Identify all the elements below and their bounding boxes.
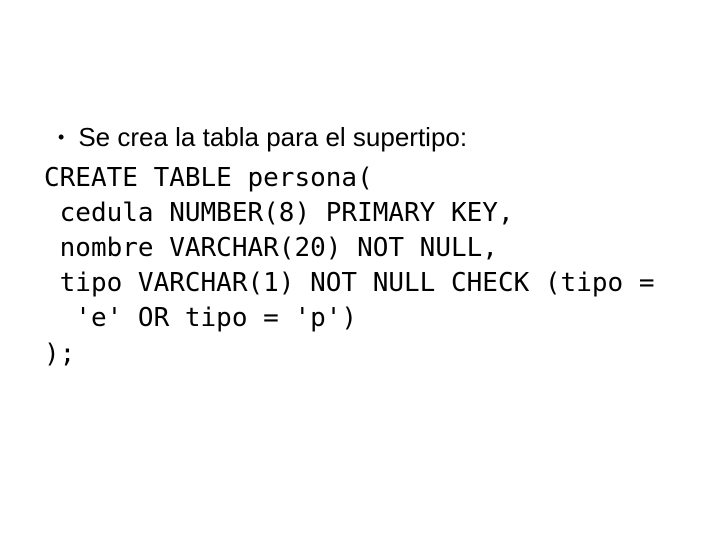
- code-line-4: tipo VARCHAR(1) NOT NULL CHECK (tipo =: [44, 268, 654, 298]
- code-line-5: 'e' OR tipo = 'p'): [44, 303, 357, 333]
- code-line-2: cedula NUMBER(8) PRIMARY KEY,: [44, 198, 514, 228]
- bullet-text: Se crea la tabla para el supertipo:: [78, 120, 467, 155]
- code-line-3: nombre VARCHAR(20) NOT NULL,: [44, 233, 498, 263]
- sql-code-block: CREATE TABLE persona( cedula NUMBER(8) P…: [44, 161, 680, 372]
- slide-container: • Se crea la tabla para el supertipo: CR…: [0, 0, 720, 412]
- code-line-1: CREATE TABLE persona(: [44, 163, 373, 193]
- bullet-item: • Se crea la tabla para el supertipo:: [40, 120, 680, 155]
- bullet-marker-icon: •: [58, 125, 64, 149]
- code-line-6: );: [44, 339, 75, 369]
